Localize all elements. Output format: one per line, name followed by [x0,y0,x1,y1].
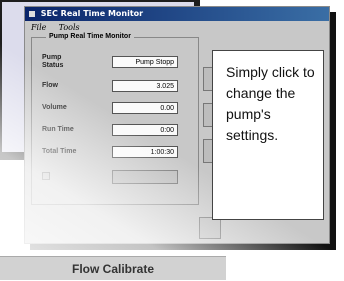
progress-bar [112,170,178,184]
window-title: SEC Real Time Monitor [40,9,144,18]
callout-text: Simply click to change the pump's settin… [226,64,315,143]
menu-file[interactable]: File [31,23,46,32]
window-titlebar[interactable]: SEC Real Time Monitor [25,7,329,21]
run-time-field: 0:00 [112,124,178,136]
group-title: Pump Real Time Monitor [46,33,134,40]
volume-label: Volume [42,104,67,111]
status-indicator [42,172,50,180]
flow-label: Flow [42,82,58,89]
pump-monitor-group: Pump Real Time Monitor Pump Status Pump … [31,33,199,205]
total-time-field: 1:00:30 [112,146,178,158]
small-action-button[interactable] [199,217,221,239]
flow-calibrate-button[interactable]: Flow Calibrate [0,256,226,280]
pump-status-label: Pump Status [42,54,64,69]
window-system-icon[interactable] [29,10,35,17]
menu-tools[interactable]: Tools [59,23,80,32]
run-time-label: Run Time [42,126,74,133]
pump-status-field: Pump Stopp [112,56,178,68]
flow-field[interactable]: 3.025 [112,80,178,92]
volume-field: 0.00 [112,102,178,114]
total-time-label: Total Time [42,148,77,155]
